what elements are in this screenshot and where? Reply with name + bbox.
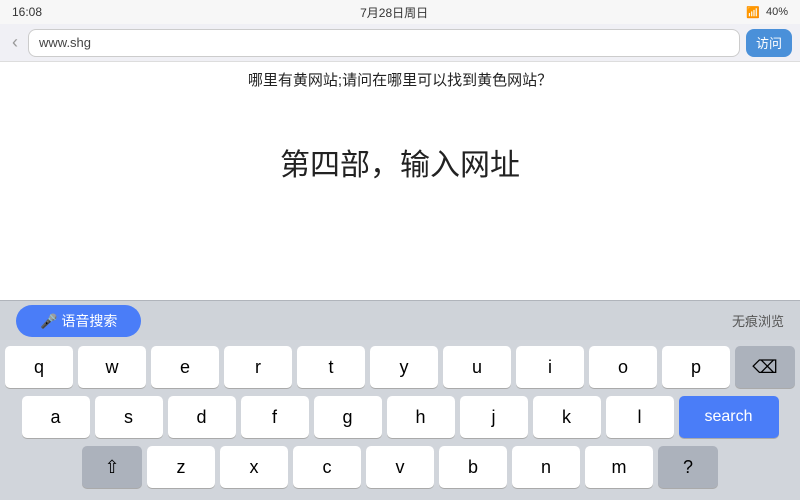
key-z[interactable]: z <box>147 446 215 488</box>
key-a[interactable]: a <box>22 396 90 438</box>
key-d[interactable]: d <box>168 396 236 438</box>
voice-search-button[interactable]: 🎤 语音搜索 <box>16 305 141 337</box>
key-p[interactable]: p <box>662 346 730 388</box>
key-j[interactable]: j <box>460 396 528 438</box>
main-content: 第四部，输入网址 <box>0 97 800 227</box>
key-u[interactable]: u <box>443 346 511 388</box>
key-v[interactable]: v <box>366 446 434 488</box>
key-delete[interactable]: ⌫ <box>735 346 795 388</box>
key-f[interactable]: f <box>241 396 309 438</box>
key-o[interactable]: o <box>589 346 657 388</box>
key-shift[interactable]: ⇧ <box>82 446 142 488</box>
signal-icon: 📶 <box>746 6 760 19</box>
battery-indicator: 40% <box>766 6 788 18</box>
key-x[interactable]: x <box>220 446 288 488</box>
key-m[interactable]: m <box>585 446 653 488</box>
keyboard-area: 🎤 语音搜索 无痕浏览 q w e r t y u i o p ⌫ a s d … <box>0 300 800 500</box>
key-g[interactable]: g <box>314 396 382 438</box>
key-y[interactable]: y <box>370 346 438 388</box>
status-bar: 16:08 7月28日周日 📶 40% <box>0 0 800 24</box>
address-bar: ‹ www.shg 访问 <box>0 24 800 62</box>
question-text: 哪里有黄网站;请问在哪里可以找到黄色网站？ <box>0 62 800 97</box>
key-r[interactable]: r <box>224 346 292 388</box>
key-e[interactable]: e <box>151 346 219 388</box>
key-q[interactable]: q <box>5 346 73 388</box>
key-row-3: ⇧ z x c v b n m ? <box>4 446 796 488</box>
status-time: 16:08 <box>12 5 42 19</box>
key-row-2: a s d f g h j k l search <box>4 396 796 438</box>
key-w[interactable]: w <box>78 346 146 388</box>
key-i[interactable]: i <box>516 346 584 388</box>
back-button[interactable]: ‹ <box>8 32 22 53</box>
page-title: 第四部，输入网址 <box>280 140 520 184</box>
key-t[interactable]: t <box>297 346 365 388</box>
url-input[interactable]: www.shg <box>28 29 740 57</box>
status-date: 7月28日周日 <box>360 4 428 21</box>
visit-button[interactable]: 访问 <box>746 29 792 57</box>
key-l[interactable]: l <box>606 396 674 438</box>
key-question[interactable]: ? <box>658 446 718 488</box>
key-n[interactable]: n <box>512 446 580 488</box>
keyboard-rows: q w e r t y u i o p ⌫ a s d f g h j k l … <box>0 340 800 500</box>
key-b[interactable]: b <box>439 446 507 488</box>
key-k[interactable]: k <box>533 396 601 438</box>
private-label: 无痕浏览 <box>732 311 784 330</box>
key-row-1: q w e r t y u i o p ⌫ <box>4 346 796 388</box>
keyboard-toolbar: 🎤 语音搜索 无痕浏览 <box>0 300 800 340</box>
key-s[interactable]: s <box>95 396 163 438</box>
key-search[interactable]: search <box>679 396 779 438</box>
status-icons: 📶 40% <box>746 6 788 19</box>
key-c[interactable]: c <box>293 446 361 488</box>
key-h[interactable]: h <box>387 396 455 438</box>
